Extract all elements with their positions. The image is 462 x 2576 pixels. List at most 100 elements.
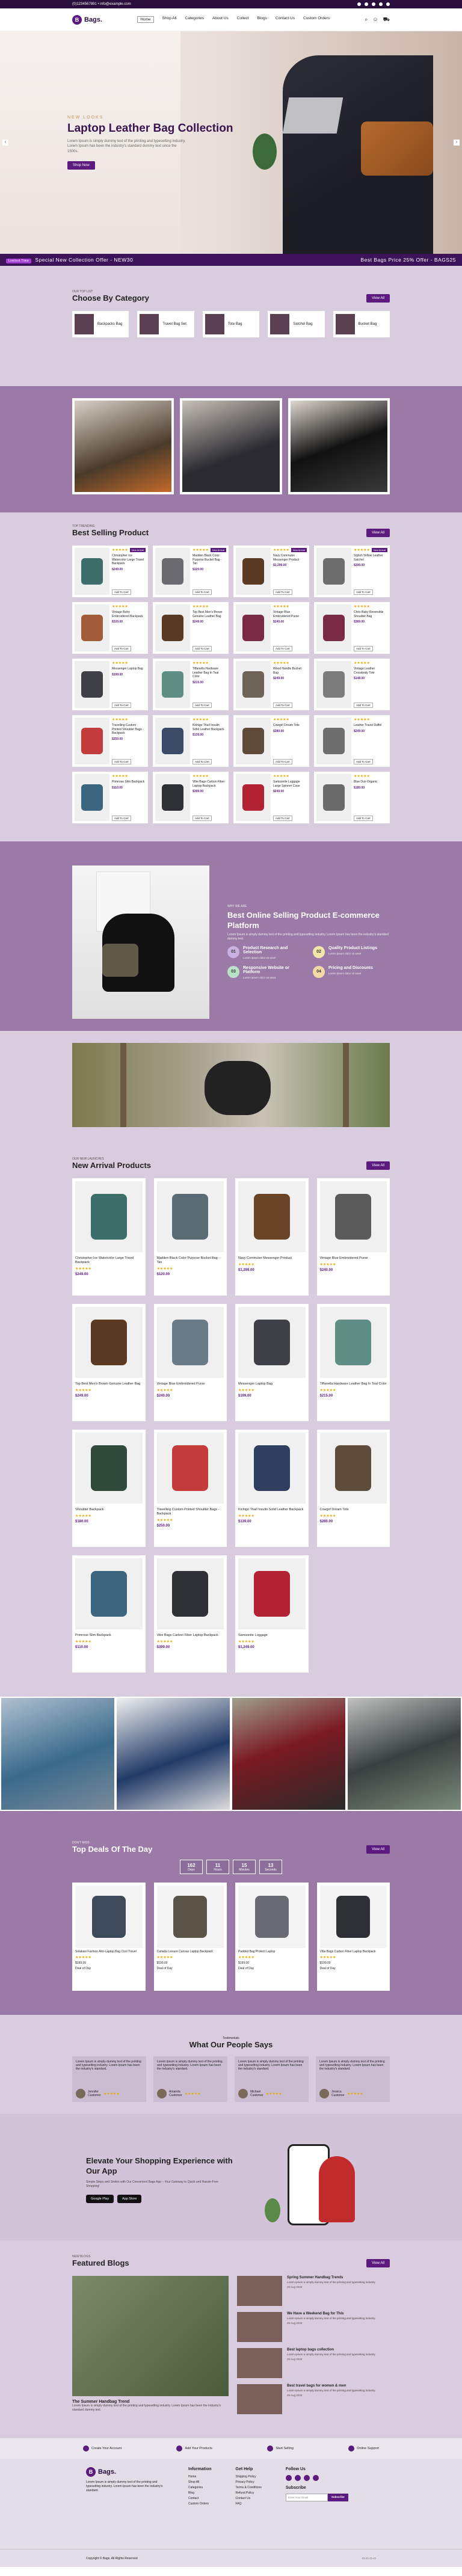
product-card[interactable]: ★★★★★ Chris Baby Reversible Shoulder Bag $… <box>314 602 390 654</box>
product-card[interactable]: ★★★★★ Wood Handle Bucket Bag $249.00 Add To… <box>233 659 309 710</box>
deals-view-all-button[interactable]: View All <box>366 1845 390 1854</box>
nav-contact[interactable]: Contact Us <box>276 16 295 23</box>
product-card[interactable]: ★★★★★ Blue Duo Organic $180.00 Add To Cart <box>314 772 390 823</box>
subscribe-button[interactable]: Subscribe <box>327 2494 348 2501</box>
product-card[interactable]: Cowgirl Dream Tote ★★★★★ $280.00 <box>316 1430 390 1547</box>
add-to-cart-button[interactable]: Add To Cart <box>354 759 373 764</box>
product-card[interactable]: ★★★★★ Primrose Slim Backpack $110.00 Add To… <box>72 772 148 823</box>
product-card[interactable]: ★★★★★ Christopher Ice Watercolor Large Tr… <box>72 546 148 597</box>
deal-name[interactable]: Padded Bag Protect Laptop <box>238 1950 306 1954</box>
product-card[interactable]: ★★★★★ Cowgirl Dream Tote $280.00 Add To Car… <box>233 715 309 767</box>
footer-help-link[interactable]: Privacy Policy <box>236 2480 262 2484</box>
product-name[interactable]: Madden Black Color Purpose Bucket Bag - … <box>157 1256 224 1265</box>
product-name[interactable]: Vintage Leather Crossbody Tote <box>354 667 387 675</box>
add-to-cart-button[interactable]: Add To Cart <box>112 646 131 651</box>
add-to-cart-button[interactable]: Add To Cart <box>112 702 131 708</box>
add-to-cart-button[interactable]: Add To Cart <box>192 702 212 708</box>
add-to-cart-button[interactable]: Add To Cart <box>192 816 212 821</box>
blog-item[interactable]: Best laptop bags collection Lorem Ipsum i… <box>237 2348 390 2378</box>
nav-home[interactable]: Home <box>137 16 154 23</box>
deal-name[interactable]: Vibe Bags Carbon Fiber Laptop Backpack <box>320 1950 387 1954</box>
product-card[interactable]: ★★★★★ Navy Commuter Messenger Product $1,2… <box>233 546 309 597</box>
featured-blog[interactable]: The Summer Handbag Trend Lorem Ipsum is … <box>72 2276 229 2414</box>
search-icon[interactable]: ⌕ <box>365 16 368 23</box>
product-card[interactable]: ★★★★★ Madden Black Color Purpose Bucket B… <box>153 546 229 597</box>
product-card[interactable]: Christopher Ice Watercolor Large Travel … <box>72 1178 146 1296</box>
product-card[interactable]: ★★★★★ Samsonite Luggage Large Spinner Cas… <box>233 772 309 823</box>
add-to-cart-button[interactable]: Add To Cart <box>273 816 292 821</box>
product-card[interactable]: Navy Commuter Messenger Product ★★★★★ $1,2… <box>235 1178 309 1296</box>
product-name[interactable]: Top Best Men's Brown Genuine Leather Bag <box>75 1382 143 1386</box>
add-to-cart-button[interactable]: Add To Cart <box>112 759 131 764</box>
product-card[interactable]: Madden Black Color Purpose Bucket Bag - … <box>153 1178 227 1296</box>
blogs-view-all-button[interactable]: View All <box>366 2259 390 2267</box>
footer-info-link[interactable]: Home <box>188 2475 212 2479</box>
blog-title[interactable]: Spring Summer Handbag Trends <box>287 2276 375 2279</box>
deal-name[interactable]: Canada Leisure Canvas Laptop Backpack <box>157 1950 224 1954</box>
product-name[interactable]: Wood Handle Bucket Bag <box>273 667 307 675</box>
add-to-cart-button[interactable]: Add To Cart <box>273 646 292 651</box>
twitter-icon[interactable] <box>365 2 368 6</box>
youtube-icon[interactable] <box>379 2 383 6</box>
category-card[interactable]: Satchel Bag <box>268 311 325 337</box>
product-name[interactable]: Shoulder Backpack <box>75 1508 143 1512</box>
cart-icon[interactable]: ⛟ <box>383 16 390 23</box>
product-name[interactable]: Vintage Blue Embroidered Purse <box>320 1256 387 1261</box>
product-name[interactable]: Travelling Custom Printed Shoulder Bags … <box>157 1508 224 1516</box>
product-card[interactable]: ★★★★★ Top Best Men's Brown Genuine Leathe… <box>153 602 229 654</box>
add-to-cart-button[interactable]: Add To Cart <box>273 589 292 595</box>
product-card[interactable]: ★★★★★ Travelling Custom Printed Shoulder … <box>72 715 148 767</box>
nav-categories[interactable]: Categories <box>185 16 204 23</box>
product-name[interactable]: Messenger Laptop Bag <box>112 667 146 671</box>
app-store-button[interactable]: App Store <box>117 2194 142 2203</box>
add-to-cart-button[interactable]: Add To Cart <box>354 589 373 595</box>
product-name[interactable]: Top Best Men's Brown Genuine Leather Bag <box>192 610 226 618</box>
instagram-icon[interactable] <box>303 2475 310 2481</box>
product-name[interactable]: Navy Commuter Messenger Product <box>273 554 307 562</box>
category-card[interactable]: Backpacks Bag <box>72 311 129 337</box>
product-name[interactable]: Christopher Ice Watercolor Large Travel … <box>75 1256 143 1265</box>
product-card[interactable]: Vintage Blue Embroidered Purse ★★★★★ $240.… <box>153 1304 227 1421</box>
product-card[interactable]: Tiffanella Hardware Leather Bag In Teal … <box>316 1304 390 1421</box>
footer-info-link[interactable]: Blog <box>188 2491 212 2495</box>
product-card[interactable]: ★★★★★ Kichigo Thaïl Insulin Solid Leather… <box>153 715 229 767</box>
product-name[interactable]: Cowgirl Dream Tote <box>273 724 307 728</box>
add-to-cart-button[interactable]: Add To Cart <box>112 589 131 595</box>
blog-item[interactable]: Spring Summer Handbag Trends Lorem Ipsum … <box>237 2276 390 2306</box>
footer-logo[interactable]: B Bags. <box>86 2467 164 2477</box>
add-to-cart-button[interactable]: Add To Cart <box>273 759 292 764</box>
footer-info-link[interactable]: Shop All <box>188 2480 212 2484</box>
product-card[interactable]: Messenger Laptop Bag ★★★★★ $199.00 <box>235 1304 309 1421</box>
hero-next-arrow-icon[interactable]: › <box>454 140 460 146</box>
blog-title[interactable]: We Have a Weekend Bag for This <box>287 2312 375 2316</box>
add-to-cart-button[interactable]: Add To Cart <box>192 646 212 651</box>
product-name[interactable]: Vibe Bags Carbon Fiber Laptop Backpack <box>157 1634 224 1638</box>
footer-info-link[interactable]: Categories <box>188 2486 212 2489</box>
product-name[interactable]: Vintage Blue Embroidered Purse <box>157 1382 224 1386</box>
add-to-cart-button[interactable]: Add To Cart <box>192 759 212 764</box>
product-name[interactable]: Kichigo Thaïl Insulin Solid Leather Back… <box>192 724 226 731</box>
product-name[interactable]: Primrose Slim Backpack <box>75 1634 143 1638</box>
product-card[interactable]: ★★★★★ Leather Travel Duffel $249.00 Add To … <box>314 715 390 767</box>
product-card[interactable]: Top Best Men's Brown Genuine Leather Bag… <box>72 1304 146 1421</box>
facebook-icon[interactable] <box>285 2475 292 2481</box>
category-card[interactable]: Tote Bag <box>202 311 260 337</box>
footer-help-link[interactable]: Contact Us <box>236 2497 262 2500</box>
product-card[interactable]: ★★★★★ Tiffanella Hardware Leather Bag In … <box>153 659 229 710</box>
product-card[interactable]: Vintage Blue Embroidered Purse ★★★★★ $240.… <box>316 1178 390 1296</box>
hero-shop-button[interactable]: Shop Now <box>67 161 95 170</box>
product-name[interactable]: Stylish Yellow Leather Satchel <box>354 554 387 562</box>
product-name[interactable]: Samsonite Luggage Large Spinner Case <box>273 780 307 788</box>
footer-info-link[interactable]: Contact <box>188 2497 212 2500</box>
product-card[interactable]: ★★★★★ Vintage Boho Embroidered Backpack $3… <box>72 602 148 654</box>
product-card[interactable]: ★★★★★ Messenger Laptop Bag $199.00 Add To C… <box>72 659 148 710</box>
deal-card[interactable]: Padded Bag Protect Laptop ★★★★★ $199.00 Dea… <box>235 1883 309 1991</box>
product-name[interactable]: Tiffanella Hardware Leather Bag In Teal … <box>320 1382 387 1386</box>
deal-name[interactable]: Solakasi Fashion Anti-Laptop Bag Cool Tr… <box>75 1950 143 1954</box>
product-name[interactable]: Madden Black Color Purpose Bucket Bag - … <box>192 554 226 566</box>
youtube-icon[interactable] <box>312 2475 319 2481</box>
footer-info-link[interactable]: Custom Orders <box>188 2502 212 2506</box>
product-card[interactable]: ★★★★★ Vintage Leather Crossbody Tote $148.… <box>314 659 390 710</box>
nav-about[interactable]: About Us <box>212 16 229 23</box>
product-name[interactable]: Travelling Custom Printed Shoulder Bags … <box>112 724 146 736</box>
